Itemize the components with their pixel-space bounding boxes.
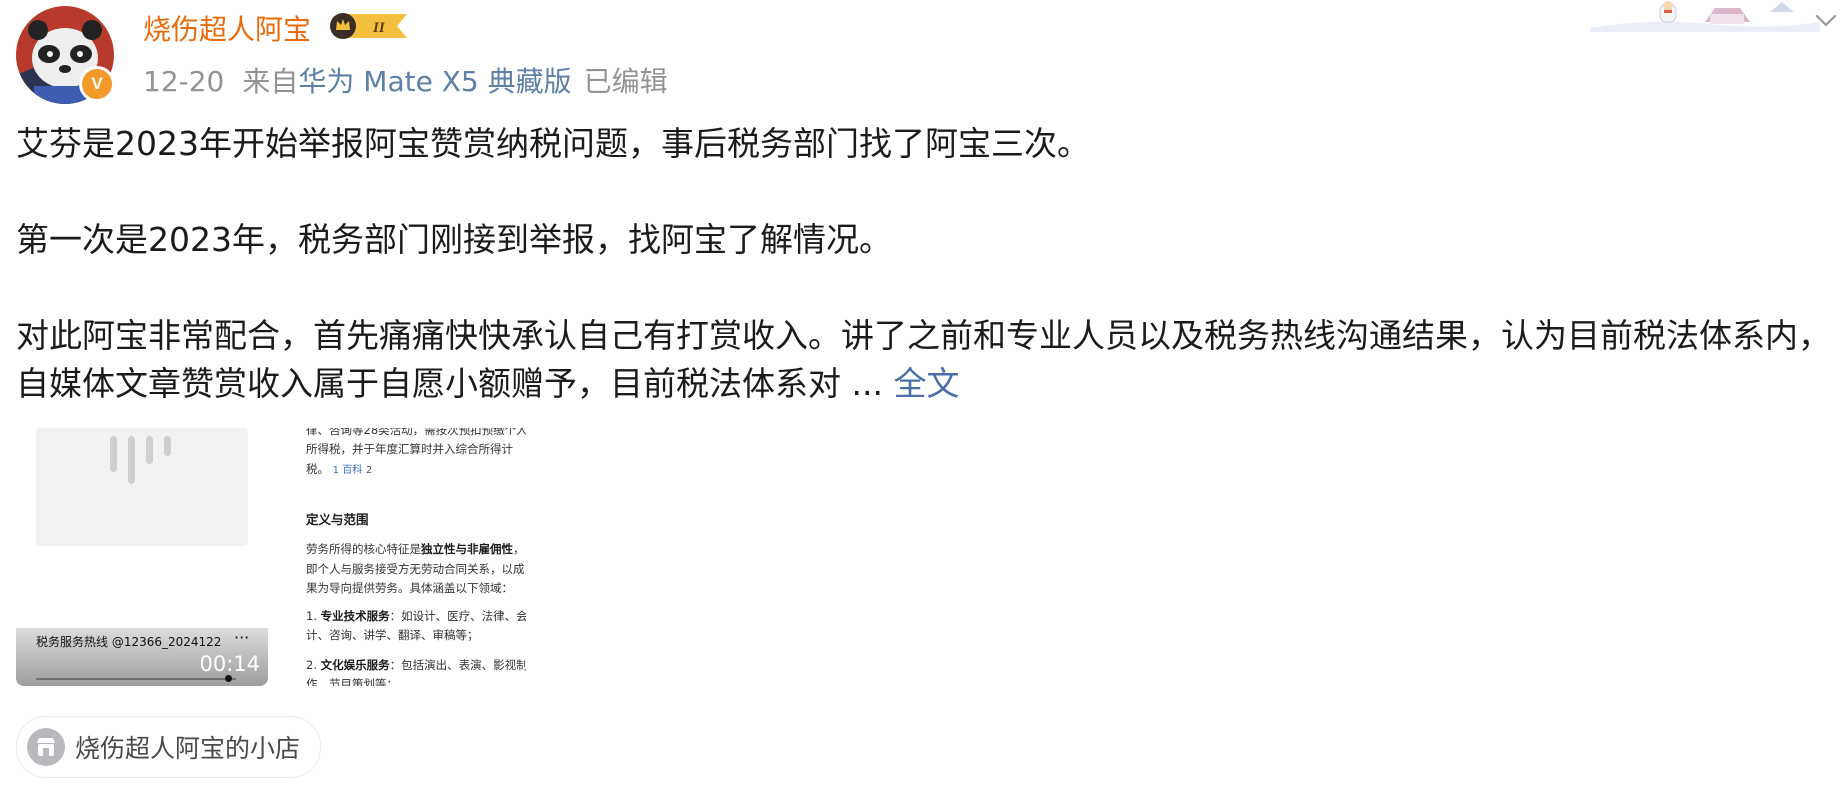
- doc-line: 所得税，并于年度汇算时并入综合所得计: [306, 442, 513, 456]
- doc-line: 即个人与服务接受方无劳动合同关系，以成: [306, 562, 525, 576]
- doc-line-text: 2.: [306, 658, 321, 672]
- drip-shape: [110, 436, 117, 472]
- edited-label[interactable]: 已编辑: [584, 65, 668, 98]
- doc-line-text: ：包括演出、表演、影视制: [389, 658, 526, 672]
- media-gallery: 税务服务热线 @12366_2024122 ··· 00:14 律、咨询等28类…: [16, 428, 526, 686]
- video-progress-bar[interactable]: [36, 678, 236, 680]
- verified-v-icon: V: [79, 66, 115, 102]
- doc-heading: 定义与范围: [306, 512, 369, 527]
- doc-bold-text: 独立性与非雇佣性: [421, 542, 513, 556]
- doc-bold-text: 文化娱乐服务: [320, 658, 390, 672]
- shop-link[interactable]: 烧伤超人阿宝的小店: [16, 716, 322, 778]
- source-prefix: 来自: [242, 65, 299, 98]
- doc-line: 律、咨询等28类活动，需按次预扣预缴个人: [306, 428, 526, 437]
- document-image[interactable]: 律、咨询等28类活动，需按次预扣预缴个人 所得税，并于年度汇算时并入综合所得计 …: [286, 428, 526, 686]
- drip-shape: [128, 436, 135, 484]
- doc-line: 2. 文化娱乐服务：包括演出、表演、影视制: [306, 657, 526, 673]
- doc-line-text: 1.: [306, 609, 321, 623]
- drip-shape: [164, 436, 171, 456]
- shop-label: 烧伤超人阿宝的小店: [75, 734, 301, 763]
- shop-icon: [27, 728, 65, 766]
- post-paragraph: 艾芬是2023年开始举报阿宝赞赏纳税问题，事后税务部门找了阿宝三次。: [16, 124, 1090, 163]
- drip-shape: [146, 436, 153, 464]
- video-title: 税务服务热线 @12366_2024122: [36, 635, 222, 649]
- video-progress-knob[interactable]: [224, 675, 232, 682]
- doc-bold-text: 专业技术服务: [320, 609, 390, 623]
- video-more-button[interactable]: ···: [234, 628, 249, 647]
- doc-line: 作、节目策划等；: [306, 677, 398, 686]
- expand-full-text-link[interactable]: 全文: [893, 364, 959, 403]
- doc-line-text: ：如设计、医疗、法律、会: [389, 609, 526, 623]
- username[interactable]: 烧伤超人阿宝: [143, 8, 311, 48]
- doc-line: 1. 专业技术服务：如设计、医疗、法律、会: [306, 608, 526, 624]
- video-duration: 00:14: [199, 652, 260, 676]
- post-date: 12-20: [143, 65, 225, 98]
- post-meta: 12-20 来自华为 Mate X5 典藏版 已编辑: [143, 60, 668, 100]
- doc-citation: 2: [365, 465, 373, 476]
- device-link[interactable]: 华为 Mate X5 典藏版: [298, 65, 571, 98]
- video-thumbnail[interactable]: 税务服务热线 @12366_2024122 ··· 00:14: [16, 428, 268, 686]
- snow-decoration: [1590, 1, 1820, 32]
- doc-line-text: 税。: [306, 462, 329, 476]
- doc-line: 税。 1 百科 2: [306, 461, 372, 477]
- avatar[interactable]: V: [16, 6, 115, 104]
- doc-line-text: 劳务所得的核心特征是: [306, 542, 421, 556]
- vip-crown-badge-icon[interactable]: II: [329, 12, 407, 40]
- doc-line: 果为导向提供劳务。具体涵盖以下领域：: [306, 581, 513, 595]
- member-level: II: [372, 20, 386, 36]
- doc-citation: 1 百科: [332, 465, 363, 476]
- post-body: 艾芬是2023年开始举报阿宝赞赏纳税问题，事后税务部门找了阿宝三次。 第一次是2…: [16, 120, 1831, 408]
- chevron-down-icon[interactable]: [1815, 14, 1837, 28]
- post-paragraph: 第一次是2023年，税务部门刚接到举报，找阿宝了解情况。: [16, 220, 892, 259]
- video-preview-area: [36, 428, 248, 546]
- doc-line: 劳务所得的核心特征是独立性与非雇佣性，: [306, 541, 525, 557]
- post-paragraph: 对此阿宝非常配合，首先痛痛快快承认自己有打赏收入。讲了之前和专业人员以及税务热线…: [16, 312, 1831, 408]
- doc-line: 计、咨询、讲学、翻译、审稿等；: [306, 628, 479, 642]
- doc-line-text: ，: [513, 542, 525, 556]
